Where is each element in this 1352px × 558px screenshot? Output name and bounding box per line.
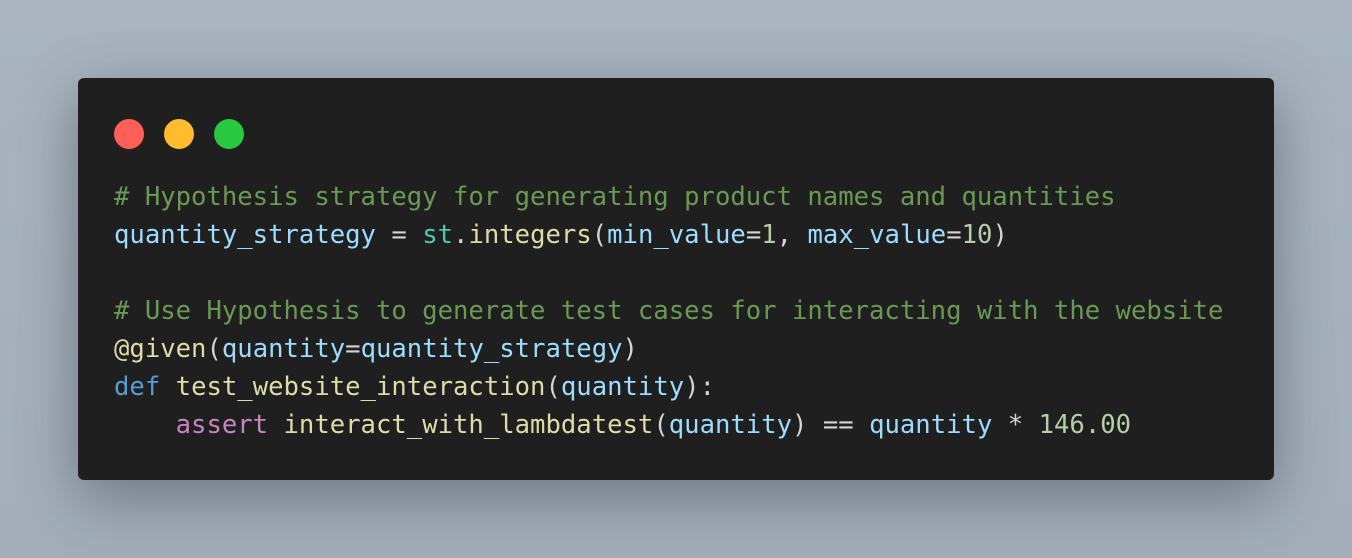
code-token-ctrl: assert — [175, 410, 269, 440]
code-token-func: integers — [468, 220, 592, 250]
code-token-num: 10 — [961, 220, 993, 250]
code-token-punc: ( — [545, 372, 561, 402]
code-token-var: quantity — [221, 334, 346, 364]
code-token-punc: = — [345, 334, 361, 364]
code-token-comment: # Use Hypothesis to generate test cases … — [114, 296, 1224, 326]
code-token-func: test_website_interaction — [175, 372, 546, 402]
code-token-var: quantity — [560, 372, 685, 402]
code-token-var: quantity — [668, 410, 793, 440]
window-controls — [114, 119, 244, 149]
code-token-punc: = — [946, 220, 962, 250]
code-token-var: min_value — [607, 220, 746, 250]
code-line: @given(quantity=quantity_strategy) — [114, 330, 1223, 368]
code-token-punc: ( — [206, 334, 222, 364]
code-token-func: @given — [114, 334, 207, 364]
code-line: quantity_strategy = st.integers(min_valu… — [114, 216, 1223, 254]
code-token-punc: ) — [992, 220, 1008, 250]
code-token-punc: = — [375, 220, 423, 250]
code-block: # Hypothesis strategy for generating pro… — [114, 178, 1223, 444]
code-token-punc: ): — [684, 372, 715, 402]
minimize-dot-icon[interactable] — [164, 119, 194, 149]
code-token-punc: ) — [622, 334, 638, 364]
code-token-var: max_value — [807, 220, 947, 250]
code-token-punc: . — [453, 220, 469, 250]
code-token-punc — [114, 410, 176, 440]
code-token-punc: ( — [653, 410, 669, 440]
code-line: def test_website_interaction(quantity): — [114, 368, 1223, 406]
code-token-num: 1 — [761, 220, 777, 250]
code-token-var: quantity_strategy — [360, 334, 623, 364]
maximize-dot-icon[interactable] — [214, 119, 244, 149]
code-line: assert interact_with_lambdatest(quantity… — [114, 406, 1223, 444]
close-dot-icon[interactable] — [114, 119, 144, 149]
code-token-var: quantity_strategy — [114, 220, 376, 250]
code-line: # Use Hypothesis to generate test cases … — [114, 292, 1223, 330]
code-line: # Hypothesis strategy for generating pro… — [114, 178, 1223, 216]
code-token-kw: def — [114, 372, 161, 402]
code-token-punc: , — [776, 220, 808, 250]
code-token-punc: = — [745, 220, 762, 250]
code-window: # Hypothesis strategy for generating pro… — [78, 78, 1274, 480]
code-token-punc — [268, 410, 283, 440]
code-token-comment: # Hypothesis strategy for generating pro… — [114, 182, 1116, 212]
code-token-punc — [160, 372, 175, 402]
code-token-num: 146.00 — [1038, 410, 1132, 440]
code-token-mod: st — [422, 220, 454, 250]
code-token-punc: * — [992, 410, 1039, 440]
code-token-punc: ( — [591, 220, 608, 250]
code-token-func: interact_with_lambdatest — [283, 410, 654, 440]
code-token-var: quantity — [869, 410, 993, 440]
code-token-punc: ) == — [792, 410, 870, 440]
